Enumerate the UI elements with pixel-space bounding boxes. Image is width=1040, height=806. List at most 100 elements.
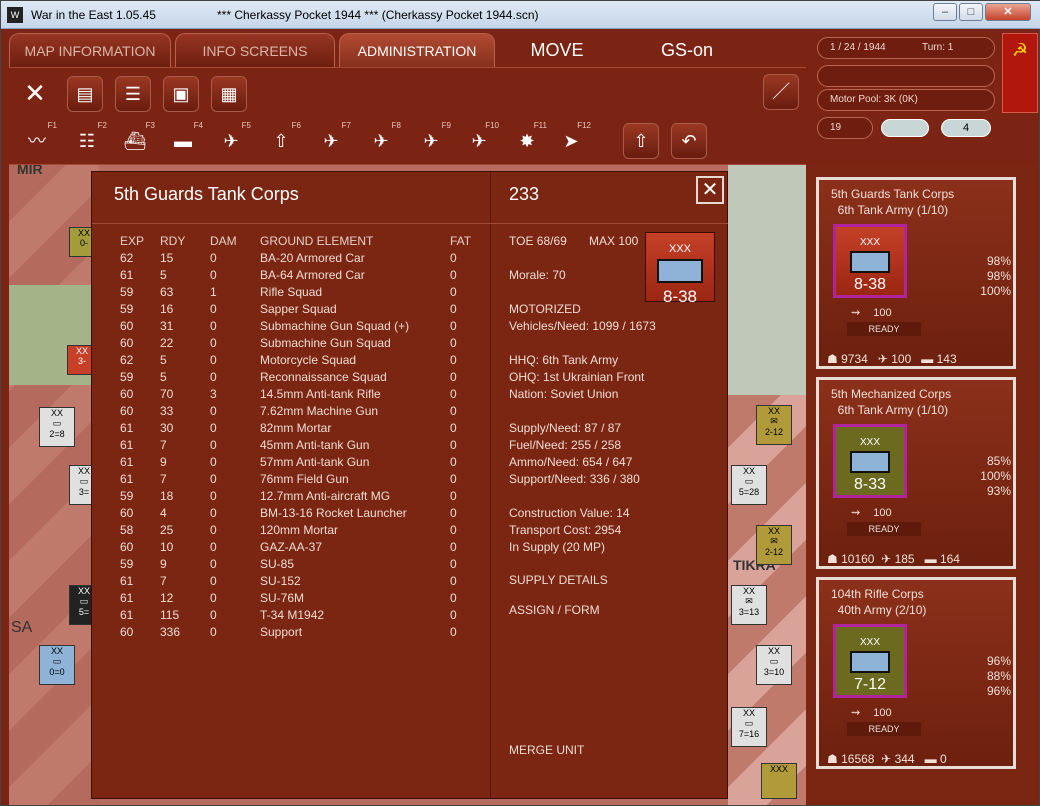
table-cell: 0 <box>210 353 217 367</box>
table-cell: 63 <box>160 285 174 299</box>
f11-explosion-icon[interactable]: ✸ F11 <box>505 121 549 161</box>
vehicles-text: Vehicles/Need: 1099 / 1673 <box>509 319 656 333</box>
f12-play-icon[interactable]: ➤ F12 <box>549 121 593 161</box>
table-row: 59 16 0 Sapper Squad 0 <box>92 301 491 318</box>
close-x-icon[interactable]: ✕ <box>17 76 53 112</box>
table-cell: 0 <box>210 608 217 622</box>
f3-ship-icon[interactable]: ⛴ F3 <box>113 121 157 161</box>
table-cell: 0 <box>450 302 457 316</box>
map-counter[interactable]: XXX <box>761 763 797 799</box>
table-cell: 0 <box>210 625 217 639</box>
move-mode-button[interactable]: MOVE <box>509 33 605 67</box>
map-counter[interactable]: XX ✉ 2-12 <box>756 525 792 565</box>
table-row: 60 22 0 Submachine Gun Squad 0 <box>92 335 491 352</box>
map-counter[interactable]: XX ▭ 2=8 <box>39 407 75 447</box>
merge-unit-button[interactable]: MERGE UNIT <box>509 743 584 757</box>
table-cell: 0 <box>210 251 217 265</box>
map-counter[interactable]: XX ▭ 3=10 <box>756 645 792 685</box>
unit-name: 5th Guards Tank Corps <box>92 172 491 224</box>
table-row: 59 63 1 Rifle Squad 0 <box>92 284 491 301</box>
save-icon[interactable]: ▣ <box>163 76 199 112</box>
cp-box: 19 <box>817 117 873 139</box>
close-panel-button[interactable]: ✕ <box>696 176 724 204</box>
map-label: MIR <box>17 165 43 177</box>
table-cell: 0 <box>450 421 457 435</box>
table-cell: 7 <box>160 472 167 486</box>
map-counter[interactable]: XX ▭ 5=28 <box>731 465 767 505</box>
f5-aircraft-icon[interactable]: ✈ F5 <box>209 121 253 161</box>
table-cell: 61 <box>120 472 134 486</box>
f2-rail-icon[interactable]: ☷ F2 <box>65 121 109 161</box>
unit-card[interactable]: 5th Guards Tank Corps 6th Tank Army (1/1… <box>816 177 1016 369</box>
tab-info-screens[interactable]: INFO SCREENS <box>175 33 335 67</box>
table-cell: 0 <box>450 557 457 571</box>
table-cell: 0 <box>450 319 457 333</box>
unit-card[interactable]: 5th Mechanized Corps 6th Tank Army (1/10… <box>816 377 1016 569</box>
motorized-symbol-icon <box>850 251 890 273</box>
table-cell: T-34 M1942 <box>260 608 325 622</box>
table-cell: 31 <box>160 319 174 333</box>
map-counter[interactable]: XX ▭ 7=16 <box>731 707 767 747</box>
table-row: 60 70 3 14.5mm Anti-tank Rifle 0 <box>92 386 491 403</box>
gs-toggle-button[interactable]: GS-on <box>635 33 739 67</box>
assign-form-button[interactable]: ASSIGN / FORM <box>509 603 600 617</box>
table-cell: 60 <box>120 404 134 418</box>
pencil-icon[interactable]: ／ <box>763 74 799 110</box>
table-cell: 0 <box>210 523 217 537</box>
tab-map-information[interactable]: MAP INFORMATION <box>9 33 171 67</box>
unit-list-icon[interactable]: ▤ <box>67 76 103 112</box>
list-icon[interactable]: ☰ <box>115 76 151 112</box>
motorized-symbol-icon <box>657 259 703 283</box>
table-cell: 57mm Anti-tank Gun <box>260 455 370 469</box>
map-counter[interactable]: XX ▭ 0=0 <box>39 645 75 685</box>
grid-icon[interactable]: ▦ <box>211 76 247 112</box>
f8-bombing-icon[interactable]: ✈ F8 <box>359 121 403 161</box>
supply-details-button[interactable]: SUPPLY DETAILS <box>509 573 608 587</box>
f10-recon-icon[interactable]: ✈ F10 <box>457 121 501 161</box>
table-cell: 4 <box>160 506 167 520</box>
table-cell: 5 <box>160 353 167 367</box>
unit-counter[interactable]: XXX 8-38 <box>645 232 715 306</box>
maximize-icon[interactable]: □ <box>959 3 983 21</box>
table-cell: 76mm Field Gun <box>260 472 349 486</box>
table-cell: 0 <box>450 387 457 401</box>
f4-ship-icon[interactable]: ▬ F4 <box>161 121 205 161</box>
table-cell: 0 <box>210 302 217 316</box>
unit-card[interactable]: 104th Rifle Corps 40th Army (2/10) XXX 7-… <box>816 577 1016 769</box>
tab-administration[interactable]: ADMINISTRATION <box>339 33 495 67</box>
table-row: 61 7 0 SU-152 0 <box>92 573 491 590</box>
date-text: 1 / 24 / 1944 <box>830 42 886 53</box>
table-cell: 0 <box>450 438 457 452</box>
f1-road-icon[interactable]: 〰 F1 <box>15 121 59 161</box>
close-icon[interactable]: ✕ <box>985 3 1031 21</box>
table-cell: Reconnaissance Squad <box>260 370 387 384</box>
f7-aircraft-icon[interactable]: ✈ F7 <box>309 121 353 161</box>
undo-icon[interactable]: ↶ <box>671 123 707 159</box>
table-cell: 0 <box>210 506 217 520</box>
minimize-icon[interactable]: – <box>933 3 957 21</box>
table-cell: 45mm Anti-tank Gun <box>260 438 370 452</box>
table-cell: 59 <box>120 557 134 571</box>
motor-pool-box: Motor Pool: 3K (0K) <box>817 89 995 111</box>
table-row: 61 7 0 45mm Anti-tank Gun 0 <box>92 437 491 454</box>
f6-transfer-icon[interactable]: ⇧ F6 <box>259 121 303 161</box>
men-icon: ☗ <box>827 752 838 766</box>
f9-paradrop-icon[interactable]: ✈ F9 <box>409 121 453 161</box>
hhq-text: HHQ: 6th Tank Army <box>509 353 619 367</box>
map-counter[interactable]: XX ✉ 3=13 <box>731 585 767 625</box>
table-cell: 3 <box>210 387 217 401</box>
gun-icon: ✈ <box>877 352 888 366</box>
map-counter[interactable]: XX ✉ 2-12 <box>756 405 792 445</box>
table-cell: 25 <box>160 523 174 537</box>
table-row: 61 7 0 76mm Field Gun 0 <box>92 471 491 488</box>
table-cell: SU-85 <box>260 557 295 571</box>
upload-icon[interactable]: ⇧ <box>623 123 659 159</box>
table-cell: 0 <box>450 268 457 282</box>
table-row: 61 30 0 82mm Mortar 0 <box>92 420 491 437</box>
table-row: 58 25 0 120mm Mortar 0 <box>92 522 491 539</box>
table-cell: 62 <box>120 251 134 265</box>
table-cell: 61 <box>120 608 134 622</box>
table-row: 60 10 0 GAZ-AA-37 0 <box>92 539 491 556</box>
table-cell: 22 <box>160 336 174 350</box>
table-cell: 9 <box>160 455 167 469</box>
